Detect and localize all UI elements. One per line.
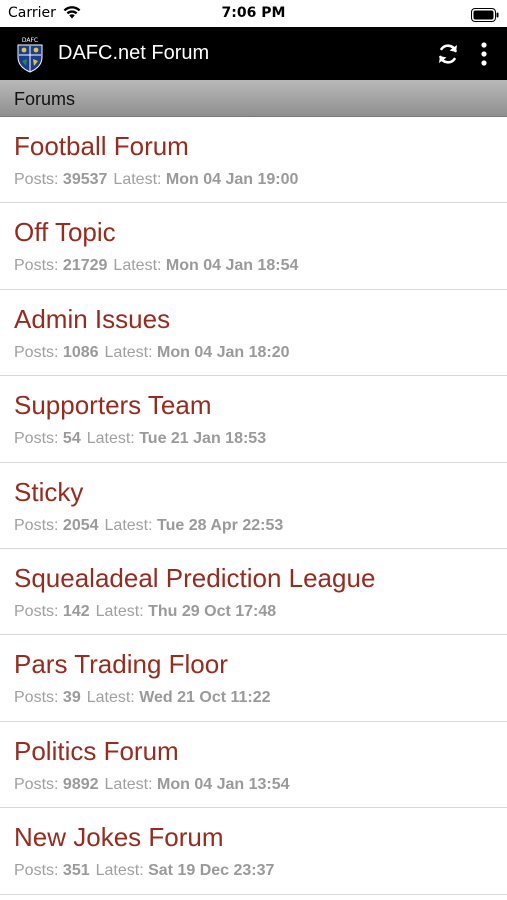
forum-name: Off Topic xyxy=(14,217,116,248)
latest-timestamp: Thu 29 Oct 17:48 xyxy=(148,602,277,620)
posts-count: 21729 xyxy=(62,257,108,275)
more-options-button[interactable] xyxy=(476,40,492,68)
posts-label: Posts: xyxy=(14,516,59,534)
latest-timestamp: Mon 04 Jan 18:20 xyxy=(157,343,290,361)
posts-label: Posts: xyxy=(14,775,59,793)
latest-label: Latest: xyxy=(86,430,135,448)
latest-timestamp: Mon 04 Jan 13:54 xyxy=(157,775,290,793)
forum-name: New Jokes Forum xyxy=(14,822,224,853)
latest-timestamp: Tue 28 Apr 22:53 xyxy=(157,516,284,534)
latest-timestamp: Tue 21 Jan 18:53 xyxy=(139,430,267,448)
dafc-logo-icon: DAFC xyxy=(14,35,46,78)
forum-item-politics-forum[interactable]: Politics Forum Posts: 9892 Latest: Mon 04… xyxy=(0,722,507,809)
latest-timestamp: Sat 19 Dec 23:37 xyxy=(148,862,275,880)
posts-label: Posts: xyxy=(14,343,59,361)
latest-label: Latest: xyxy=(113,171,162,188)
forum-item-off-topic[interactable]: Off Topic Posts: 21729 Latest: Mon 04 Jan… xyxy=(0,203,507,290)
refresh-icon xyxy=(439,44,457,64)
posts-label: Posts: xyxy=(14,689,59,707)
forum-name: Pars Trading Floor xyxy=(14,649,228,680)
forum-item-pars-trading-floor[interactable]: Pars Trading Floor Posts: 39 Latest: Wed … xyxy=(0,635,507,722)
posts-count: 39537 xyxy=(62,171,108,188)
forum-name: Football Forum xyxy=(14,131,189,161)
status-bar: Carrier 7:06 PM xyxy=(0,0,507,27)
forum-meta: Posts: 1086 Latest: Mon 04 Jan 18:20 xyxy=(14,344,290,362)
app-title: DAFC.net Forum xyxy=(58,42,210,64)
latest-label: Latest: xyxy=(95,862,144,880)
forum-item-admin-issues[interactable]: Admin Issues Posts: 1086 Latest: Mon 04 J… xyxy=(0,290,507,377)
latest-label: Latest: xyxy=(104,343,153,361)
latest-label: Latest: xyxy=(104,775,153,793)
posts-label: Posts: xyxy=(14,430,59,448)
forum-name: Sticky xyxy=(14,476,84,507)
forum-item-supporters-team[interactable]: Supporters Team Posts: 54 Latest: Tue 21 … xyxy=(0,376,507,463)
forum-name: Politics Forum xyxy=(14,735,179,766)
posts-count: 142 xyxy=(62,602,90,620)
latest-label: Latest: xyxy=(104,516,153,534)
latest-label: Latest: xyxy=(113,257,162,275)
forum-list: Football Forum Posts: 39537 Latest: Mon 0… xyxy=(0,117,507,895)
posts-label: Posts: xyxy=(14,862,59,880)
logo-text: DAFC xyxy=(22,37,38,44)
forum-meta: Posts: 2054 Latest: Tue 28 Apr 22:53 xyxy=(14,517,283,535)
forum-name: Squealadeal Prediction League xyxy=(14,562,376,593)
forum-meta: Posts: 54 Latest: Tue 21 Jan 18:53 xyxy=(14,430,266,448)
forum-meta: Posts: 9892 Latest: Mon 04 Jan 13:54 xyxy=(14,776,290,794)
posts-count: 54 xyxy=(62,430,81,448)
posts-count: 9892 xyxy=(62,775,99,793)
forum-item-new-jokes-forum[interactable]: New Jokes Forum Posts: 351 Latest: Sat 19… xyxy=(0,808,507,895)
forum-meta: Posts: 21729 Latest: Mon 04 Jan 18:54 xyxy=(14,257,298,275)
more-vertical-icon xyxy=(481,42,487,66)
forum-meta: Posts: 39 Latest: Wed 21 Oct 11:22 xyxy=(14,689,271,707)
posts-count: 2054 xyxy=(62,516,99,534)
refresh-button[interactable] xyxy=(434,40,462,68)
forum-meta: Posts: 142 Latest: Thu 29 Oct 17:48 xyxy=(14,603,276,621)
section-title: Forums xyxy=(14,89,76,109)
latest-label: Latest: xyxy=(95,602,144,620)
forum-name: Admin Issues xyxy=(14,303,171,334)
posts-count: 39 xyxy=(62,689,81,707)
forum-item-squealadeal-prediction-league[interactable]: Squealadeal Prediction League Posts: 142… xyxy=(0,549,507,636)
forum-name: Supporters Team xyxy=(14,390,212,421)
app-bar: DAFC DAFC.net Forum xyxy=(0,27,507,80)
latest-timestamp: Mon 04 Jan 19:00 xyxy=(165,171,299,188)
forum-meta: Posts: 351 Latest: Sat 19 Dec 23:37 xyxy=(14,862,274,880)
posts-count: 1086 xyxy=(62,343,99,361)
latest-label: Latest: xyxy=(86,689,135,707)
latest-timestamp: Wed 21 Oct 11:22 xyxy=(139,689,271,707)
posts-label: Posts: xyxy=(14,171,59,188)
forum-meta: Posts: 39537 Latest: Mon 04 Jan 19:00 xyxy=(14,171,298,189)
battery-icon xyxy=(471,7,499,26)
forum-item-football-forum[interactable]: Football Forum Posts: 39537 Latest: Mon 0… xyxy=(0,117,507,204)
posts-label: Posts: xyxy=(14,602,59,620)
latest-timestamp: Mon 04 Jan 18:54 xyxy=(165,257,299,275)
posts-label: Posts: xyxy=(14,257,59,275)
posts-count: 351 xyxy=(62,862,90,880)
clock: 7:06 PM xyxy=(221,5,286,21)
section-header: Forums xyxy=(0,80,507,117)
forum-item-sticky[interactable]: Sticky Posts: 2054 Latest: Tue 28 Apr 22:… xyxy=(0,463,507,549)
